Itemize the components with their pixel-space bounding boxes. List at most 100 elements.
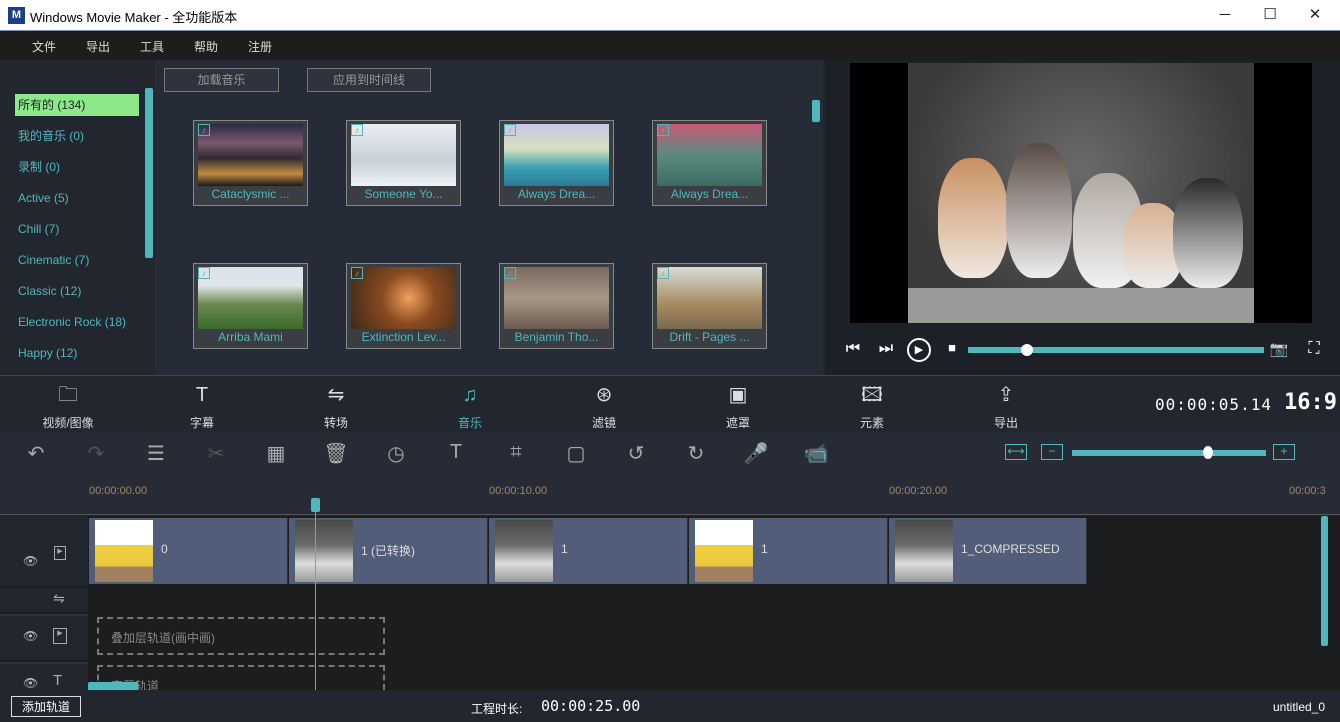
menu-help[interactable]: 帮助 (194, 38, 218, 55)
delete-icon[interactable]: 🗑 (321, 441, 351, 466)
tool-icon: 🖾 (861, 384, 883, 406)
clip-label: 1 (已转换) (361, 544, 416, 558)
timeline-ruler[interactable]: 00:00:00.00 00:00:10.00 00:00:20.00 00:0… (0, 475, 1340, 515)
text-icon[interactable]: T (441, 441, 471, 464)
category-electronic-rock[interactable]: Electronic Rock (18) (15, 311, 139, 333)
music-item[interactable]: ♪ Always Drea... (499, 120, 614, 206)
maximize-button[interactable]: ☐ (1250, 4, 1290, 26)
tool-4[interactable]: ⊛ 滤镜 (559, 382, 649, 431)
tool-icon: ♫ (462, 384, 478, 406)
category-recorded[interactable]: 录制 (0) (15, 156, 139, 178)
music-item[interactable]: ♪ Benjamin Tho... (499, 263, 614, 349)
music-note-icon: ♪ (657, 124, 669, 136)
music-item[interactable]: ♪ Extinction Lev... (346, 263, 461, 349)
adjust-icon[interactable]: ☰ (141, 441, 171, 466)
apply-to-timeline-button[interactable]: 应用到时间线 (307, 68, 431, 92)
music-item[interactable]: ♪ Drift - Pages ... (652, 263, 767, 349)
timeline-clip[interactable]: 0 (89, 518, 288, 584)
stop-button[interactable]: ■ (941, 340, 963, 355)
add-track-button[interactable]: 添加轨道 (11, 696, 82, 717)
aspect-ratio[interactable]: 16:9 (1284, 390, 1337, 415)
zoom-slider[interactable] (1072, 450, 1266, 456)
status-bar: 添加轨道 工程时长: 00:00:25.00 untitled_0 (0, 690, 1340, 722)
load-music-button[interactable]: 加载音乐 (164, 68, 279, 92)
zoom-fit-button[interactable]: ⟷ (1005, 444, 1027, 460)
transition-track[interactable] (89, 588, 1319, 612)
crop-icon[interactable]: ⌗ (501, 441, 531, 464)
tool-6[interactable]: 🖾 元素 (827, 382, 917, 431)
split-icon[interactable]: ▦ (261, 441, 291, 466)
clip-thumbnail (695, 520, 753, 582)
category-happy[interactable]: Happy (12) (15, 342, 139, 364)
timeline-clip[interactable]: 1 (489, 518, 688, 584)
timeline-vertical-scrollbar[interactable] (1321, 516, 1328, 646)
tool-icon: ▣ (728, 384, 748, 406)
menu-register[interactable]: 注册 (248, 38, 272, 55)
rotate-right-icon[interactable]: ↻ (681, 441, 711, 466)
music-item[interactable]: ♪ Someone Yo... (346, 120, 461, 206)
tool-3[interactable]: ♫ 音乐 (425, 382, 515, 431)
playback-progress-bar[interactable] (968, 347, 1264, 353)
playhead-handle[interactable] (311, 498, 320, 512)
close-button[interactable]: ✕ (1295, 4, 1335, 26)
redo-icon[interactable]: ↷ (81, 441, 111, 466)
zoom-out-button[interactable]: − (1041, 444, 1063, 460)
menu-file[interactable]: 文件 (32, 38, 56, 55)
tool-label: 元素 (859, 416, 884, 430)
ruler-label: 00:00:3 (1289, 485, 1326, 497)
title-bar: M Windows Movie Maker - 全功能版本 ─ ☐ ✕ (0, 0, 1340, 31)
rotate-left-icon[interactable]: ↺ (621, 441, 651, 466)
timeline-clip[interactable]: 1_COMPRESSED (889, 518, 1087, 584)
eye-icon[interactable]: 👁 (23, 554, 38, 568)
play-button[interactable]: ▶ (907, 338, 931, 362)
eye-icon[interactable]: 👁 (23, 676, 38, 690)
timeline-clip[interactable]: 1 (已转换) (289, 518, 488, 584)
zoom-in-button[interactable]: + (1273, 444, 1295, 460)
menu-tools[interactable]: 工具 (140, 38, 164, 55)
tool-5[interactable]: ▣ 遮罩 (693, 382, 783, 431)
category-active[interactable]: Active (5) (15, 187, 139, 209)
timeline-tracks: 👁 ▶ 0 1 (已转换) 1 1 1_COMPRESSED ⇋ 👁 ▶ 叠加层轨道(画… (0, 516, 1340, 691)
music-note-icon: ♪ (504, 124, 516, 136)
overlay-track-placeholder[interactable]: 叠加层轨道(画中画) (97, 617, 385, 655)
tool-2[interactable]: ⇋ 转场 (291, 382, 381, 431)
category-all[interactable]: 所有的 (134) (15, 94, 139, 116)
clip-label: 1 (761, 542, 768, 556)
next-frame-button[interactable]: ⏭ (875, 340, 897, 358)
tool-0[interactable]: 🗀 视频/图像 (23, 382, 113, 431)
main-video-track[interactable]: 0 1 (已转换) 1 1 1_COMPRESSED (89, 516, 1319, 586)
timeline-clip[interactable]: 1 (689, 518, 888, 584)
eye-icon[interactable]: 👁 (23, 629, 38, 643)
music-item[interactable]: ♪ Arriba Mami (193, 263, 308, 349)
tool-1[interactable]: T 字幕 (157, 382, 247, 431)
current-timecode: 00:00:05.14 (1155, 395, 1272, 414)
text-track-header: 👁 T (0, 662, 88, 690)
zoom-slider-handle[interactable] (1202, 446, 1213, 459)
sidebar-scrollbar[interactable] (145, 88, 153, 258)
category-cinematic[interactable]: Cinematic (7) (15, 249, 139, 271)
mosaic-icon[interactable]: ▢ (561, 441, 591, 466)
record-icon[interactable]: 📹 (801, 441, 831, 466)
menu-export[interactable]: 导出 (86, 38, 110, 55)
snapshot-icon[interactable]: 📷 (1268, 340, 1290, 358)
duration-icon[interactable]: ◷ (381, 441, 411, 466)
tool-7[interactable]: ⇪ 导出 (961, 382, 1051, 431)
music-item[interactable]: ♪ Always Drea... (652, 120, 767, 206)
undo-icon[interactable]: ↶ (21, 441, 51, 466)
cut-icon[interactable]: ✂ (201, 441, 231, 466)
minimize-button[interactable]: ─ (1205, 4, 1245, 26)
tool-icon: T (195, 384, 209, 406)
category-chill[interactable]: Chill (7) (15, 218, 139, 240)
fullscreen-icon[interactable]: ⛶ (1303, 340, 1325, 358)
category-my-music[interactable]: 我的音乐 (0) (15, 125, 139, 147)
transition-track-header: ⇋ (0, 588, 88, 612)
category-classic[interactable]: Classic (12) (15, 280, 139, 302)
music-item[interactable]: ♪ Cataclysmic ... (193, 120, 308, 206)
duration-label: 工程时长: (471, 702, 523, 716)
text-track-placeholder[interactable]: 字幕轨道 (97, 665, 385, 690)
music-title: Someone Yo... (364, 187, 443, 201)
media-scrollbar[interactable] (812, 100, 820, 122)
microphone-icon[interactable]: 🎤 (741, 441, 771, 466)
ruler-label: 00:00:00.00 (89, 485, 148, 497)
previous-frame-button[interactable]: ⏮ (842, 340, 864, 358)
